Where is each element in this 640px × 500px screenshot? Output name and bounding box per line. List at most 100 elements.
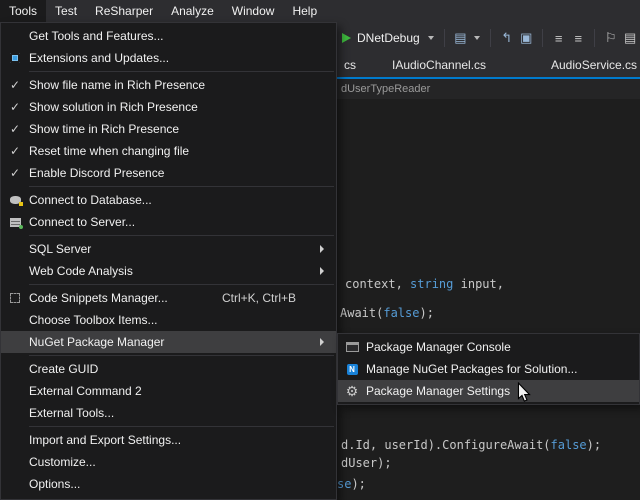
menubar-item-resharper[interactable]: ReSharper [86,0,162,22]
play-icon[interactable] [342,33,351,43]
menu-item-label: Connect to Server... [29,215,330,229]
menu-item-show-solution-in-rich-presence[interactable]: ✓Show solution in Rich Presence [1,96,336,118]
menu-item-import-and-export-settings[interactable]: Import and Export Settings... [1,429,336,451]
menu-separator [29,426,334,427]
menu-item-create-guid[interactable]: Create GUID [1,358,336,380]
bookmark-icon[interactable]: ⚐ [603,29,619,47]
menu-item-label: Options... [29,477,330,491]
menu-item-label: Connect to Database... [29,193,330,207]
menu-separator [29,71,334,72]
menu-item-label: Choose Toolbox Items... [29,313,330,327]
attach-icon[interactable]: ▤ [453,29,469,47]
menu-item-enable-discord-presence[interactable]: ✓Enable Discord Presence [1,162,336,184]
code-segment: ); [419,306,433,320]
code-segment: ); [351,477,365,491]
menu-item-label: Reset time when changing file [29,144,330,158]
submenu-arrow-icon [320,338,324,346]
server-icon [1,218,29,227]
menu-item-package-manager-settings[interactable]: Package Manager Settings [338,380,639,402]
checkmark-icon: ✓ [1,122,29,136]
menu-item-label: Customize... [29,455,330,469]
menu-item-label: Import and Export Settings... [29,433,330,447]
checkmark-icon: ✓ [1,144,29,158]
code-segment: context, [345,277,410,291]
toolbar-separator [542,29,543,47]
extensions-icon [10,53,20,63]
console-icon [338,342,366,352]
menu-item-nuget-package-manager[interactable]: NuGet Package Manager [1,331,336,353]
menu-item-show-file-name-in-rich-presence[interactable]: ✓Show file name in Rich Presence [1,74,336,96]
submenu-arrow-icon [320,245,324,253]
menubar-item-tools[interactable]: Tools [0,0,46,22]
code-segment: se [337,477,351,491]
code-segment: false [551,438,587,452]
menu-item-choose-toolbox-items[interactable]: Choose Toolbox Items... [1,309,336,331]
menu-item-label: NuGet Package Manager [29,335,320,349]
menubar-item-analyze[interactable]: Analyze [162,0,223,22]
tab-cs[interactable]: cs [341,54,359,77]
menu-item-show-time-in-rich-presence[interactable]: ✓Show time in Rich Presence [1,118,336,140]
outdent-icon[interactable]: ≡ [570,29,586,47]
checkmark-icon: ✓ [10,166,20,180]
nuget-submenu: Package Manager Console Manage NuGet Pack… [337,333,640,405]
database-icon [10,196,21,204]
code-line: Await(false); [340,306,434,320]
menu-item-shortcut: Ctrl+K, Ctrl+B [222,291,296,305]
code-segment: input, [453,277,504,291]
menubar-item-help[interactable]: Help [283,0,326,22]
snippets-icon [1,293,29,303]
menu-item-connect-to-database[interactable]: Connect to Database... [1,189,336,211]
server-icon [10,218,21,227]
menubar-item-test[interactable]: Test [46,0,86,22]
menu-item-label: SQL Server [29,242,320,256]
chevron-down-icon[interactable] [474,36,480,40]
tab-audioservice-cs[interactable]: AudioService.cs [548,54,640,77]
gear-icon [338,384,366,398]
menu-item-external-command-2[interactable]: External Command 2 [1,380,336,402]
menu-item-label: Show solution in Rich Presence [29,100,330,114]
code-segment: Await( [340,306,383,320]
new-window-icon[interactable]: ▣ [519,29,535,47]
nuget-icon [347,364,358,375]
menu-separator [29,284,334,285]
menu-item-options[interactable]: Options... [1,473,336,495]
chevron-down-icon[interactable] [428,36,434,40]
menu-separator [29,355,334,356]
toolbar-separator [594,29,595,47]
code-segment: ); [587,438,601,452]
menu-item-label: Code Snippets Manager... [29,291,222,305]
menu-item-extensions-and-updates[interactable]: Extensions and Updates... [1,47,336,69]
menu-item-label: Show time in Rich Presence [29,122,330,136]
checkmark-icon: ✓ [1,100,29,114]
menu-item-get-tools-and-features[interactable]: Get Tools and Features... [1,25,336,47]
indent-icon[interactable]: ≡ [551,29,567,47]
menu-item-code-snippets-manager[interactable]: Code Snippets Manager...Ctrl+K, Ctrl+B [1,287,336,309]
menu-item-package-manager-console[interactable]: Package Manager Console [338,336,639,358]
list-icon[interactable]: ▤ [622,29,638,47]
toolbar-separator [444,29,445,47]
checkmark-icon: ✓ [10,78,20,92]
menu-item-customize[interactable]: Customize... [1,451,336,473]
menu-item-external-tools[interactable]: External Tools... [1,402,336,424]
menubar-item-window[interactable]: Window [223,0,284,22]
menu-item-label: Create GUID [29,362,330,376]
code-segment: dUser); [341,456,392,470]
menu-item-sql-server[interactable]: SQL Server [1,238,336,260]
console-icon [346,342,359,352]
menu-item-label: Web Code Analysis [29,264,320,278]
tab-iaudiochannel-cs[interactable]: IAudioChannel.cs [389,54,489,77]
toolbar-separator [490,29,491,47]
menu-item-reset-time-when-changing-file[interactable]: ✓Reset time when changing file [1,140,336,162]
debug-target-label[interactable]: DNetDebug [357,31,420,45]
code-line: d.Id, userId).ConfigureAwait(false); [341,438,601,452]
menu-item-web-code-analysis[interactable]: Web Code Analysis [1,260,336,282]
navigate-back-icon[interactable]: ↰ [499,29,515,47]
menu-item-label: Package Manager Settings [366,384,633,398]
code-segment: false [383,306,419,320]
nuget-icon [338,364,366,375]
menu-item-connect-to-server[interactable]: Connect to Server... [1,211,336,233]
menu-item-manage-nuget-packages-for-solution[interactable]: Manage NuGet Packages for Solution... [338,358,639,380]
submenu-arrow-icon [320,267,324,275]
menu-item-label: Manage NuGet Packages for Solution... [366,362,633,376]
menu-separator [29,235,334,236]
